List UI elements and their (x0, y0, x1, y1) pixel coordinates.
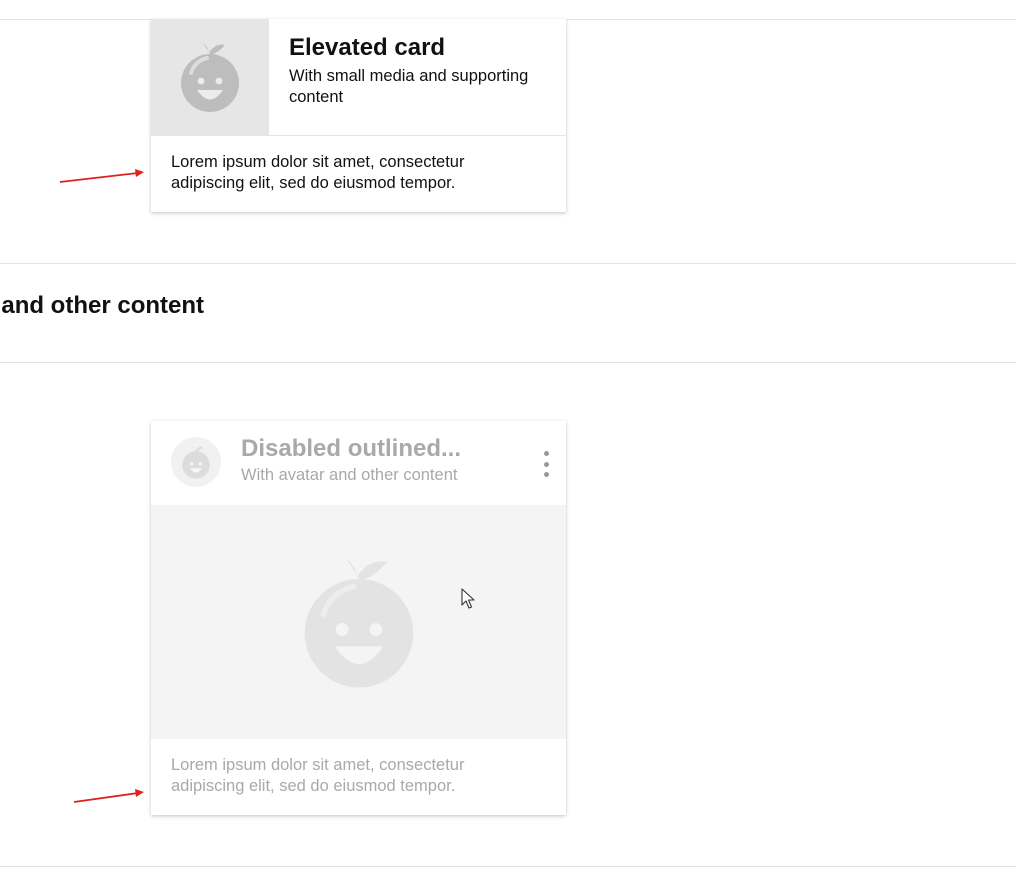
card-divider (151, 135, 566, 136)
more-vertical-icon[interactable] (535, 451, 557, 477)
fruit-mascot-icon (182, 445, 210, 479)
card-media (151, 505, 566, 739)
card-title: Elevated card (289, 34, 446, 61)
annotation-arrow-icon (73, 789, 144, 803)
section-divider-1 (0, 263, 1016, 264)
avatar (171, 437, 221, 487)
card-title: Disabled outlined... (241, 435, 462, 462)
card-media-thumbnail (151, 19, 269, 135)
card-subtitle: With small media and supporting content (289, 67, 529, 106)
card-body-text: Lorem ipsum dolor sit amet, consectetur … (171, 756, 465, 795)
card-subtitle: With avatar and other content (241, 466, 458, 484)
section-divider-2 (0, 362, 1016, 363)
annotation-arrow-icon (59, 169, 144, 183)
section-divider-bottom (0, 866, 1016, 867)
fruit-mascot-icon (304, 558, 413, 688)
card-body-text: Lorem ipsum dolor sit amet, consectetur … (171, 153, 465, 192)
fruit-mascot-icon (181, 43, 239, 112)
section-heading: tar and other content (0, 292, 205, 319)
disabled-outlined-card: Disabled outlined... With avatar and oth… (151, 421, 566, 815)
elevated-card[interactable]: Elevated card With small media and suppo… (151, 19, 566, 212)
mouse-cursor-icon (461, 588, 475, 609)
